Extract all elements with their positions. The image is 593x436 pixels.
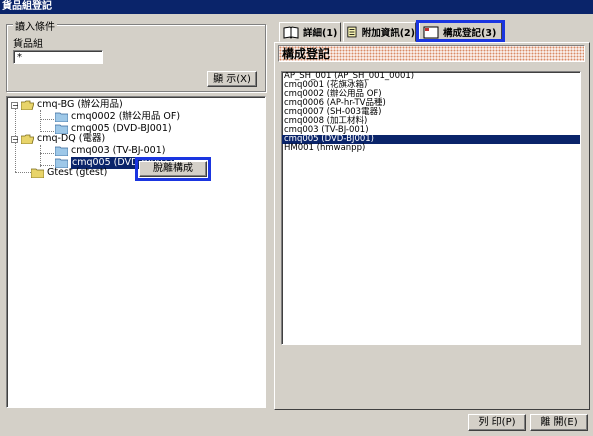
folder-open-icon [21,134,34,144]
tree-node-cmq-dq[interactable]: − cmq-DQ (電器) [11,133,105,145]
tree-node-label: cmq-BG (辦公用品) [37,99,123,110]
book-icon [283,25,299,39]
close-button[interactable]: 離 開(E) [530,414,588,431]
tree-node-label: cmq-DQ (電器) [37,133,106,144]
product-group-tree[interactable]: − cmq-BG (辦公用品) cmq0002 (辦公用品 OF) cmq005… [6,96,266,408]
tree-node-label: Gtest (gtest) [47,167,108,178]
tree-node-cmq0002[interactable]: cmq0002 (辦公用品 OF) [55,111,180,123]
tree-node-cmq-bg[interactable]: − cmq-BG (辦公用品) [11,99,123,111]
tab-composition-label: 構成登記(3) [443,28,497,39]
folder-closed-icon [31,168,44,178]
notes-icon [347,26,357,38]
folder-closed-icon [55,112,68,122]
criteria-legend: 讀入條件 [13,18,57,33]
tree-node-cmq003[interactable]: cmq003 (TV-BJ-001) [55,145,165,157]
print-button[interactable]: 列 印(P) [468,414,526,431]
tab-additional-info[interactable]: 附加資訊(2) [343,22,416,42]
window-title: 貨品組登記 [0,0,593,14]
collapse-icon[interactable]: − [11,135,19,143]
tree-node-gtest[interactable]: Gtest (gtest) [31,167,107,179]
composition-list[interactable]: AP_SH_001 (AP_SH_001_0001) cmq0001 (花旗冰箱)… [281,71,581,345]
collapse-icon[interactable]: − [11,101,19,109]
folder-closed-icon [55,146,68,156]
criteria-group: 讀入條件 貨品組 * 顯 示(X) [6,18,266,92]
tab-additional-info-label: 附加資訊(2) [361,28,415,39]
composition-header: 構成登記 [278,45,585,62]
tab-details-label: 詳細(1) [303,28,338,39]
tab-composition[interactable]: 構成登記(3) [419,21,502,42]
card-icon [423,26,439,38]
tree-node-label: cmq003 (TV-BJ-001) [71,145,166,156]
list-item[interactable]: HM001 (hmwanpp) [282,144,580,153]
tree-node-label: cmq0002 (辦公用品 OF) [71,111,181,122]
detach-composition-button[interactable]: 脫離構成 [135,157,211,181]
product-group-input[interactable]: * [13,50,103,64]
folder-open-icon [21,100,34,110]
product-group-label: 貨品組 [13,39,43,50]
tab-details[interactable]: 詳細(1) [279,22,341,42]
display-button[interactable]: 顯 示(X) [207,71,257,87]
